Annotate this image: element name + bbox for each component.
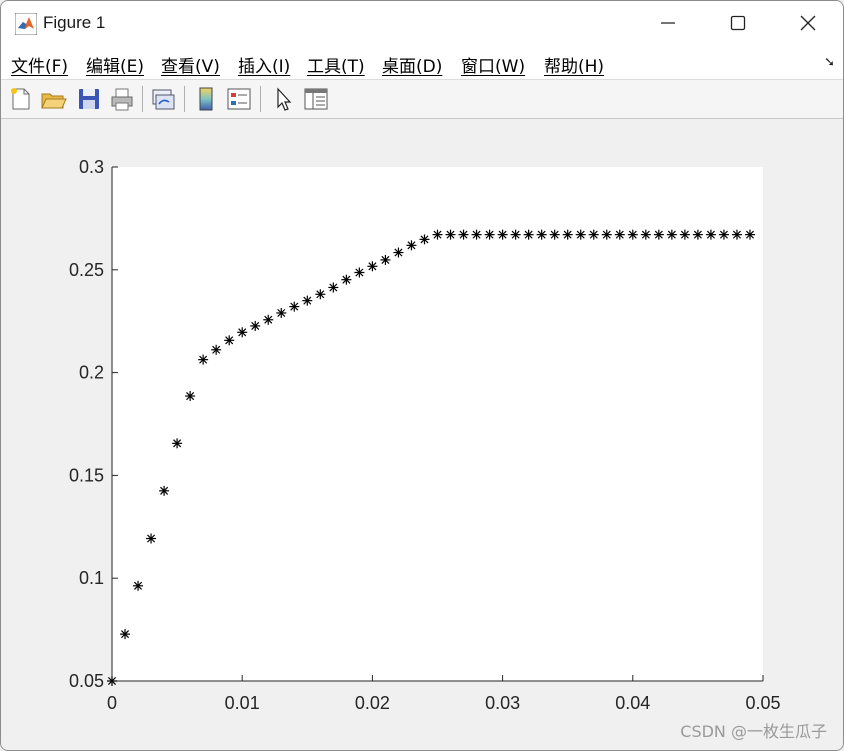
figure-window: Figure 1 文件(F) 编辑(E) 查看(V) 插入(I) 工具(T) 桌… [0, 0, 844, 751]
data-point [263, 314, 274, 325]
toolbar-separator [260, 86, 261, 112]
maximize-icon [730, 15, 746, 31]
data-point [133, 580, 144, 591]
close-button[interactable] [773, 1, 843, 45]
menu-desktop[interactable]: 桌面(D) [382, 52, 442, 77]
data-point [588, 229, 599, 240]
data-point [146, 533, 157, 544]
data-point [562, 229, 573, 240]
data-point [510, 229, 521, 240]
data-point [471, 229, 482, 240]
menu-window[interactable]: 窗口(W) [461, 52, 525, 77]
y-tick-label: 0.25 [69, 260, 104, 280]
y-tick-label: 0.3 [79, 157, 104, 177]
data-point [185, 391, 196, 402]
x-tick-label: 0.04 [615, 693, 650, 713]
plot-svg[interactable]: 0 0.01 0.02 0.03 0.04 0.05 0.05 0.1 0.15 0.2 0.25 0… [1, 119, 843, 750]
menu-view[interactable]: 查看(V) [161, 52, 220, 77]
data-point [237, 327, 248, 338]
data-point [419, 234, 430, 245]
menu-bar: 文件(F) 编辑(E) 查看(V) 插入(I) 工具(T) 桌面(D) 窗口(W… [1, 45, 843, 80]
data-point [120, 629, 131, 640]
open-file-icon[interactable] [39, 85, 67, 113]
data-point [354, 267, 365, 278]
data-point [445, 229, 456, 240]
data-point [523, 229, 534, 240]
y-tick-label: 0.05 [69, 671, 104, 691]
matlab-logo-icon [15, 13, 37, 35]
data-point [692, 229, 703, 240]
y-tick-label: 0.15 [69, 465, 104, 485]
data-point [458, 229, 469, 240]
data-point [679, 229, 690, 240]
axes-background [112, 167, 763, 681]
minimize-icon [661, 22, 675, 24]
watermark: CSDN @一枚生瓜子 [680, 722, 827, 741]
title-bar[interactable]: Figure 1 [1, 1, 843, 45]
data-point [302, 295, 313, 306]
print-icon[interactable] [108, 85, 136, 113]
close-icon [800, 15, 816, 31]
menu-file[interactable]: 文件(F) [11, 52, 68, 77]
data-point [367, 261, 378, 272]
data-point [601, 229, 612, 240]
menu-insert[interactable]: 插入(I) [238, 52, 290, 77]
data-point [536, 229, 547, 240]
x-tick-label: 0.01 [225, 693, 260, 713]
edit-plot-icon[interactable] [269, 85, 297, 113]
data-point [393, 247, 404, 258]
x-tick-label: 0 [107, 693, 117, 713]
data-point [250, 320, 261, 331]
data-point [614, 229, 625, 240]
data-point [731, 229, 742, 240]
data-point [198, 354, 209, 365]
data-point [705, 229, 716, 240]
data-point [211, 344, 222, 355]
figure-canvas: 0 0.01 0.02 0.03 0.04 0.05 0.05 0.1 0.15 0.2 0.25 0… [1, 119, 843, 750]
data-point [380, 254, 391, 265]
data-point [159, 485, 170, 496]
data-point [432, 229, 443, 240]
data-point [653, 229, 664, 240]
menu-help[interactable]: 帮助(H) [544, 52, 604, 77]
data-point [224, 335, 235, 346]
data-point [289, 301, 300, 312]
x-tick-label: 0.05 [745, 693, 780, 713]
menu-tools[interactable]: 工具(T) [307, 52, 365, 77]
x-tick-label: 0.03 [485, 693, 520, 713]
data-point [315, 289, 326, 300]
data-point [666, 229, 677, 240]
data-point [484, 229, 495, 240]
new-figure-icon[interactable] [7, 85, 35, 113]
link-plot-icon[interactable] [149, 85, 177, 113]
data-point [744, 229, 755, 240]
property-inspector-icon[interactable] [302, 85, 330, 113]
toolbar-separator [142, 86, 143, 112]
menu-edit[interactable]: 编辑(E) [86, 52, 144, 77]
dock-arrow-icon[interactable]: ➘ [824, 55, 835, 70]
data-point [276, 307, 287, 318]
data-point [575, 229, 586, 240]
data-point [341, 274, 352, 285]
data-point [406, 240, 417, 251]
data-point [549, 229, 560, 240]
colorbar-icon[interactable] [192, 85, 220, 113]
maximize-button[interactable] [703, 1, 773, 45]
data-point [718, 229, 729, 240]
data-point [497, 229, 508, 240]
x-tick-label: 0.02 [355, 693, 390, 713]
figure-toolbar [1, 80, 843, 119]
legend-icon[interactable] [225, 85, 253, 113]
data-point [627, 229, 638, 240]
data-point [172, 438, 183, 449]
minimize-button[interactable] [633, 1, 703, 45]
toolbar-separator [184, 86, 185, 112]
y-tick-label: 0.2 [79, 363, 104, 383]
data-point [107, 676, 117, 686]
y-tick-label: 0.1 [79, 568, 104, 588]
data-point [328, 282, 339, 293]
window-title: Figure 1 [43, 13, 106, 32]
data-point [640, 229, 651, 240]
save-icon[interactable] [75, 85, 103, 113]
